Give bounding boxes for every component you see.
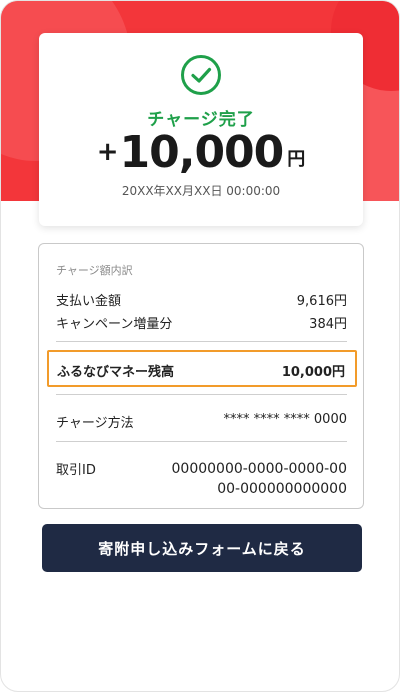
breakdown-heading: チャージ額内訳	[56, 264, 133, 277]
transaction-id-line: 00000000-0000-0000-00	[171, 461, 348, 477]
payment-value: 9,616円	[296, 294, 347, 309]
amount-value: 10,000	[119, 127, 285, 178]
campaign-row: キャンペーン増量分 384円	[56, 313, 347, 332]
method-row: チャージ方法 **** **** **** 0000	[56, 412, 347, 431]
payment-label: 支払い金額	[56, 294, 122, 309]
transaction-id-line: 00-000000000000	[217, 481, 347, 497]
balance-highlight: ふるなびマネー残高 10,000円	[47, 350, 357, 387]
check-circle-icon	[181, 55, 221, 95]
amount-unit: 円	[287, 149, 306, 170]
transaction-id-row: 取引ID 00000000-0000-0000-00 00-0000000000…	[56, 459, 347, 499]
transaction-id-value: 00000000-0000-0000-00 00-000000000000	[172, 459, 348, 499]
method-value: **** **** **** 0000	[223, 412, 347, 427]
screen-frame: チャージ完了 + 10,000 円 20XX年XX月XX日 00:00:00 チ…	[0, 0, 400, 692]
payment-row: 支払い金額 9,616円	[56, 290, 347, 309]
balance-value: 10,000円	[281, 365, 345, 380]
balance-label: ふるなびマネー残高	[57, 365, 175, 380]
charge-timestamp: 20XX年XX月XX日 00:00:00	[121, 184, 281, 198]
balance-row: ふるなびマネー残高 10,000円	[57, 361, 345, 380]
charge-amount: + 10,000 円	[39, 127, 363, 179]
amount-sign: +	[96, 137, 119, 167]
back-to-form-button[interactable]: 寄附申し込みフォームに戻る	[42, 524, 362, 572]
charge-breakdown-card: チャージ額内訳 支払い金額 9,616円 キャンペーン増量分 384円 ふるなび…	[38, 243, 364, 509]
divider	[56, 441, 347, 442]
campaign-value: 384円	[309, 317, 347, 332]
method-label: チャージ方法	[56, 416, 134, 431]
charge-result-card: チャージ完了 + 10,000 円 20XX年XX月XX日 00:00:00	[39, 33, 363, 226]
transaction-id-label: 取引ID	[56, 463, 96, 478]
campaign-label: キャンペーン増量分	[56, 317, 173, 332]
divider	[56, 341, 347, 342]
divider	[56, 394, 347, 395]
